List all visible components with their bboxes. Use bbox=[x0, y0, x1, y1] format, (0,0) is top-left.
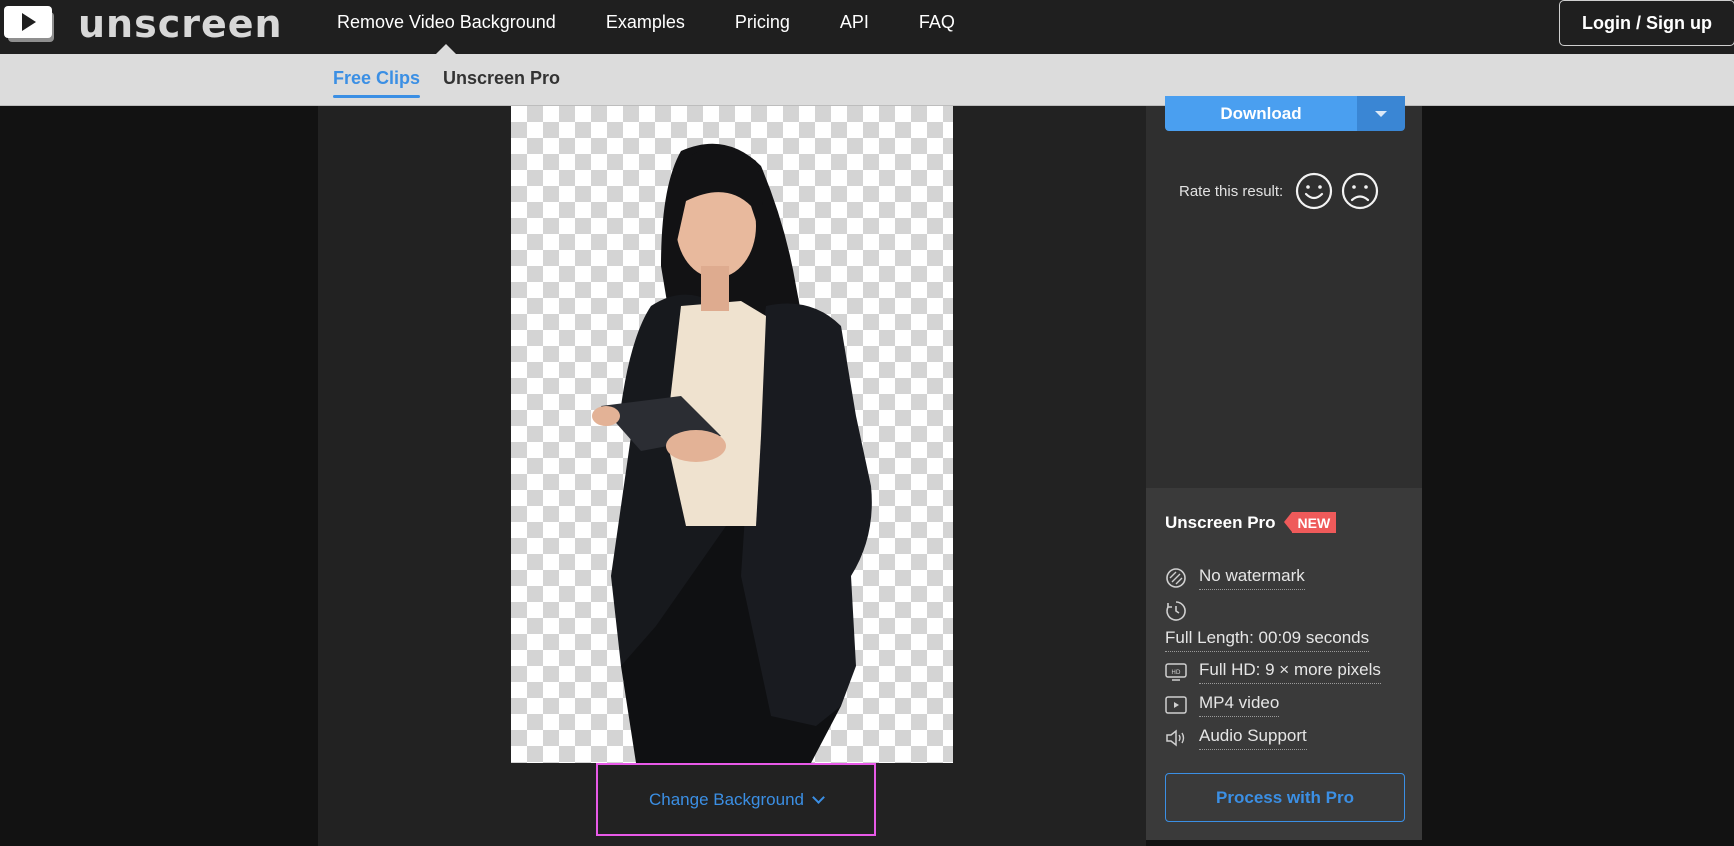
pro-title: Unscreen Pro bbox=[1165, 512, 1276, 532]
tab-free-clips[interactable]: Free Clips bbox=[333, 68, 421, 98]
play-logo-icon bbox=[4, 4, 56, 44]
speaker-icon bbox=[1166, 729, 1185, 747]
feature-mp4-video: MP4 video bbox=[1165, 693, 1280, 717]
process-with-pro-button[interactable]: Process with Pro bbox=[1165, 773, 1405, 822]
feature-label: Audio Support bbox=[1199, 726, 1307, 750]
smiley-face-icon[interactable] bbox=[1295, 172, 1333, 210]
video-file-icon bbox=[1165, 696, 1187, 714]
download-options-dropdown[interactable] bbox=[1357, 96, 1405, 131]
no-watermark-icon bbox=[1166, 568, 1186, 588]
rate-result-row: Rate this result: bbox=[1179, 172, 1387, 210]
unscreen-logo[interactable]: unscreen bbox=[4, 2, 283, 46]
feature-label: Full HD: 9 × more pixels bbox=[1199, 660, 1381, 684]
pro-title-row: Unscreen Pro NEW bbox=[1165, 512, 1337, 533]
download-sidebar bbox=[1146, 106, 1422, 488]
person-cutout-image bbox=[592, 143, 872, 763]
feature-label: Full Length: 00:09 seconds bbox=[1165, 628, 1370, 652]
active-nav-caret bbox=[436, 44, 456, 54]
hd-monitor-icon: HD bbox=[1165, 663, 1187, 681]
top-nav-bar: unscreen Remove Video Background Example… bbox=[0, 0, 1734, 54]
download-split-button: Download bbox=[1165, 96, 1405, 131]
feature-full-hd: HD Full HD: 9 × more pixels bbox=[1165, 660, 1381, 684]
feature-label: MP4 video bbox=[1199, 693, 1280, 717]
login-signup-button[interactable]: Login / Sign up bbox=[1559, 0, 1734, 46]
feature-audio-support: Audio Support bbox=[1165, 726, 1307, 750]
sad-face-icon[interactable] bbox=[1341, 172, 1379, 210]
new-badge: NEW bbox=[1283, 512, 1337, 533]
nav-link-pricing[interactable]: Pricing bbox=[735, 12, 790, 33]
download-button[interactable]: Download bbox=[1165, 96, 1357, 131]
nav-link-examples[interactable]: Examples bbox=[606, 12, 685, 33]
feature-no-watermark: No watermark bbox=[1165, 566, 1305, 590]
rate-label: Rate this result: bbox=[1179, 182, 1284, 200]
tab-unscreen-pro[interactable]: Unscreen Pro bbox=[443, 68, 560, 89]
clock-icon bbox=[1166, 601, 1186, 621]
chevron-down-icon bbox=[812, 790, 825, 804]
sub-nav-bar: Free Clips Unscreen Pro bbox=[0, 54, 1734, 106]
brand-name: unscreen bbox=[78, 2, 283, 46]
change-background-label: Change Background bbox=[648, 789, 804, 809]
change-background-button[interactable]: Change Background bbox=[596, 763, 876, 836]
feature-full-length: Full Length: 00:09 seconds bbox=[1165, 628, 1370, 652]
nav-link-faq[interactable]: FAQ bbox=[919, 12, 955, 33]
nav-link-api[interactable]: API bbox=[840, 12, 869, 33]
svg-text:HD: HD bbox=[1171, 669, 1181, 676]
nav-link-remove-video-background[interactable]: Remove Video Background bbox=[337, 12, 556, 33]
feature-label: No watermark bbox=[1199, 566, 1305, 590]
main-nav: Remove Video Background Examples Pricing… bbox=[337, 0, 1005, 45]
clock-icon-wrap bbox=[1165, 600, 1187, 627]
caret-down-icon bbox=[1375, 110, 1387, 117]
result-preview-image bbox=[511, 106, 953, 763]
